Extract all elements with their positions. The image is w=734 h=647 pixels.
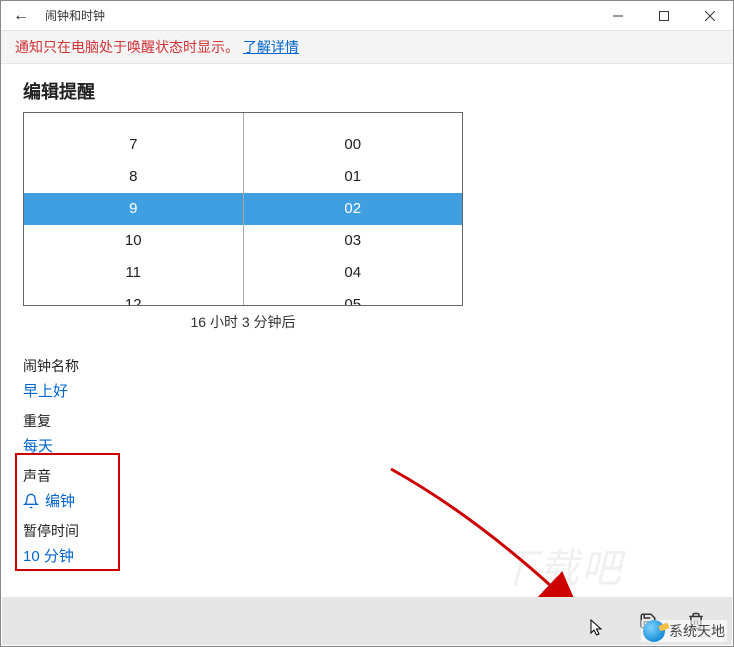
bell-icon bbox=[23, 493, 39, 509]
picker-row[interactable]: 05 bbox=[244, 289, 463, 306]
picker-row[interactable]: 8 bbox=[24, 161, 243, 193]
sound-field[interactable]: 声音 编钟 bbox=[23, 466, 711, 511]
notification-bar: 通知只在电脑处于唤醒状态时显示。 了解详情 bbox=[1, 31, 733, 64]
page-heading: 编辑提醒 bbox=[23, 78, 711, 104]
close-button[interactable] bbox=[687, 1, 733, 31]
alarm-name-value[interactable]: 早上好 bbox=[23, 380, 711, 401]
window-title: 闹钟和时钟 bbox=[41, 7, 105, 24]
countdown-text: 16 小时 3 分钟后 bbox=[23, 306, 463, 346]
alarm-name-field[interactable]: 闹钟名称 早上好 bbox=[23, 356, 711, 401]
picker-row[interactable]: 11 bbox=[24, 257, 243, 289]
watermark-faint-text: 下载吧 bbox=[497, 536, 623, 594]
back-button[interactable]: ← bbox=[1, 1, 41, 31]
hour-column[interactable]: 6 7 8 9 10 11 12 bbox=[24, 113, 243, 305]
minimize-icon bbox=[613, 11, 623, 21]
sound-value[interactable]: 编钟 bbox=[23, 490, 711, 511]
minimize-button[interactable] bbox=[595, 1, 641, 31]
repeat-label: 重复 bbox=[23, 411, 711, 431]
picker-row[interactable]: 01 bbox=[244, 161, 463, 193]
picker-row[interactable]: 00 bbox=[244, 129, 463, 161]
maximize-button[interactable] bbox=[641, 1, 687, 31]
repeat-value[interactable]: 每天 bbox=[23, 435, 711, 456]
time-picker[interactable]: 6 7 8 9 10 11 12 59 00 01 02 03 04 05 bbox=[23, 112, 463, 306]
picker-row-selected[interactable]: 02 bbox=[244, 193, 463, 225]
sound-label: 声音 bbox=[23, 466, 711, 486]
notification-text: 通知只在电脑处于唤醒状态时显示。 bbox=[15, 39, 239, 55]
alarm-name-label: 闹钟名称 bbox=[23, 356, 711, 376]
picker-row[interactable]: 12 bbox=[24, 289, 243, 306]
picker-row[interactable]: 10 bbox=[24, 225, 243, 257]
picker-row[interactable]: 7 bbox=[24, 129, 243, 161]
picker-row[interactable]: 59 bbox=[244, 113, 463, 129]
globe-icon bbox=[643, 620, 665, 642]
repeat-field[interactable]: 重复 每天 bbox=[23, 411, 711, 456]
watermark-logo: 系统天地 bbox=[641, 620, 727, 642]
title-bar: ← 闹钟和时钟 bbox=[1, 1, 733, 31]
picker-row[interactable]: 04 bbox=[244, 257, 463, 289]
learn-more-link[interactable]: 了解详情 bbox=[243, 39, 299, 55]
close-icon bbox=[705, 11, 715, 21]
maximize-icon bbox=[659, 11, 669, 21]
picker-row-selected[interactable]: 9 bbox=[24, 193, 243, 225]
bottom-toolbar bbox=[2, 597, 732, 645]
picker-row[interactable]: 03 bbox=[244, 225, 463, 257]
minute-column[interactable]: 59 00 01 02 03 04 05 bbox=[243, 113, 463, 305]
back-arrow-icon: ← bbox=[13, 7, 29, 25]
watermark-label: 系统天地 bbox=[669, 621, 725, 641]
picker-row[interactable]: 6 bbox=[24, 113, 243, 129]
content-area: 编辑提醒 6 7 8 9 10 11 12 59 00 01 02 03 04 … bbox=[1, 64, 733, 566]
